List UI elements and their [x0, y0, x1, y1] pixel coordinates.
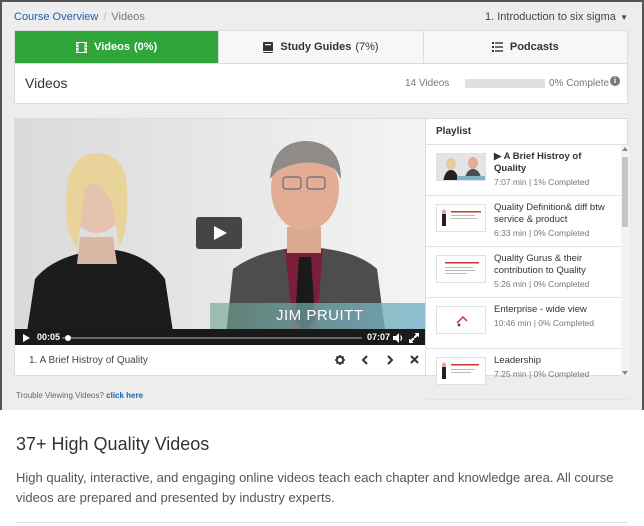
film-icon: [76, 41, 88, 53]
scroll-down-icon[interactable]: [622, 371, 628, 375]
scrollbar-thumb[interactable]: [622, 157, 628, 227]
playlist-item-text: ▶ A Brief Histroy of Quality 7:07 min | …: [494, 151, 606, 188]
tab-study-guides-label: Study Guides: [280, 41, 352, 53]
playlist-thumbnail: [436, 153, 486, 181]
playlist-thumbnail: [436, 255, 486, 283]
book-icon: [263, 41, 274, 53]
divider: [16, 522, 628, 523]
caret-down-icon: ▼: [617, 13, 628, 22]
big-play-button[interactable]: [196, 217, 242, 249]
tab-podcasts[interactable]: Podcasts: [424, 31, 627, 63]
tab-study-guides-count: (7%): [355, 41, 379, 53]
breadcrumb: Course Overview / Videos: [14, 11, 145, 23]
trouble-viewing: Trouble Viewing Videos? click here: [16, 391, 143, 400]
tab-videos-count: (0%): [133, 41, 158, 53]
progress-text: 0% Complete: [549, 78, 610, 89]
page-title: Videos: [25, 75, 68, 91]
player-panel: JIM PRUITT 00:05 07:07 1. A Brief Histro…: [14, 118, 629, 400]
playlist-scrollbar[interactable]: [621, 145, 629, 377]
playlist-heading: Playlist: [426, 119, 629, 145]
seek-handle[interactable]: [65, 335, 71, 341]
playlist-item-meta: 7:07 min | 1% Completed: [494, 177, 590, 187]
presenter-name: JIM PRUITT: [276, 307, 364, 324]
list-icon: [491, 42, 503, 52]
tab-podcasts-label: Podcasts: [509, 41, 559, 53]
course-frame: Course Overview / Videos 1. Introduction t…: [0, 0, 644, 410]
previous-chevron-icon[interactable]: [361, 355, 369, 368]
top-bar: Course Overview / Videos 1. Introduction t…: [14, 10, 628, 28]
next-chevron-icon[interactable]: [386, 355, 394, 368]
videos-header: Videos 14 Videos 0% Complete i: [14, 64, 628, 104]
playlist-item-meta: 6:33 min | 0% Completed: [494, 228, 590, 238]
playlist-item-title: ▶ A Brief Histroy of Quality: [494, 151, 582, 174]
player-controls: 00:05 07:07: [15, 329, 425, 345]
tab-videos[interactable]: Videos (0%): [15, 31, 220, 63]
close-icon[interactable]: [410, 355, 419, 367]
playlist-thumbnail: [436, 306, 486, 334]
lower-third-banner: JIM PRUITT: [210, 303, 425, 329]
duration: 07:07: [367, 332, 391, 342]
playlist-item-title: Quality Gurus & their contribution to Qu…: [494, 253, 586, 276]
playlist-item[interactable]: Enterprise - wide view 10:46 min | 0% Co…: [426, 298, 629, 349]
trouble-link[interactable]: click here: [106, 391, 143, 400]
playlist-thumbnail: [436, 357, 486, 385]
playlist-item-meta: 5:26 min | 0% Completed: [494, 279, 590, 289]
playlist-item[interactable]: Quality Definition& diff btw service & p…: [426, 196, 629, 247]
playlist-item[interactable]: ▶ A Brief Histroy of Quality 7:07 min | …: [426, 145, 629, 196]
video-info-bar: 1. A Brief Histroy of Quality: [15, 351, 425, 375]
current-time: 00:05: [37, 332, 61, 342]
breadcrumb-course-overview[interactable]: Course Overview: [14, 11, 98, 23]
playlist-thumbnail: [436, 204, 486, 232]
play-icon[interactable]: [23, 334, 30, 342]
tab-study-guides[interactable]: Study Guides (7%): [219, 31, 424, 63]
playlist-item-meta: 10:46 min | 0% Completed: [494, 318, 595, 328]
playlist-item-text: Quality Gurus & their contribution to Qu…: [494, 253, 606, 290]
trouble-text: Trouble Viewing Videos?: [16, 391, 104, 400]
video-count: 14 Videos: [405, 78, 450, 89]
breadcrumb-current: Videos: [111, 11, 145, 23]
volume-icon[interactable]: [393, 333, 404, 343]
chapter-dropdown[interactable]: 1. Introduction to six sigma ▼: [485, 11, 628, 23]
seek-bar[interactable]: [62, 337, 362, 339]
playlist-item-title: Leadership: [494, 355, 542, 366]
marketing-heading: 37+ High Quality Videos: [16, 434, 210, 454]
info-icon[interactable]: i: [610, 76, 620, 86]
video-title: 1. A Brief Histroy of Quality: [29, 355, 148, 366]
tab-videos-label: Videos: [94, 41, 130, 53]
fullscreen-icon[interactable]: [409, 333, 419, 343]
playlist-item[interactable]: Leadership 7:25 min | 0% Completed: [426, 349, 629, 400]
video-player[interactable]: JIM PRUITT 00:05 07:07: [15, 119, 425, 345]
playlist-item-title: Quality Definition& diff btw service & p…: [494, 202, 605, 225]
playlist-item-text: Enterprise - wide view 10:46 min | 0% Co…: [494, 304, 606, 329]
playlist-item-meta: 7:25 min | 0% Completed: [494, 369, 590, 379]
marketing-section: 37+ High Quality Videos High quality, in…: [16, 434, 628, 508]
chapter-dropdown-value: 1. Introduction to six sigma: [485, 11, 616, 23]
playlist-item[interactable]: Quality Gurus & their contribution to Qu…: [426, 247, 629, 298]
playlist-item-title: Enterprise - wide view: [494, 304, 587, 315]
content-tabs: Videos (0%) Study Guides (7%) Podcasts: [14, 30, 628, 64]
scroll-up-icon[interactable]: [622, 147, 628, 151]
settings-gear-icon[interactable]: [335, 355, 345, 368]
marketing-body: High quality, interactive, and engaging …: [16, 470, 614, 505]
playlist-item-text: Quality Definition& diff btw service & p…: [494, 202, 606, 239]
progress-bar: [465, 79, 545, 88]
playlist-panel: Playlist ▶ A Brief Histroy of Quality 7:…: [425, 119, 629, 400]
playlist-item-text: Leadership 7:25 min | 0% Completed: [494, 355, 606, 380]
